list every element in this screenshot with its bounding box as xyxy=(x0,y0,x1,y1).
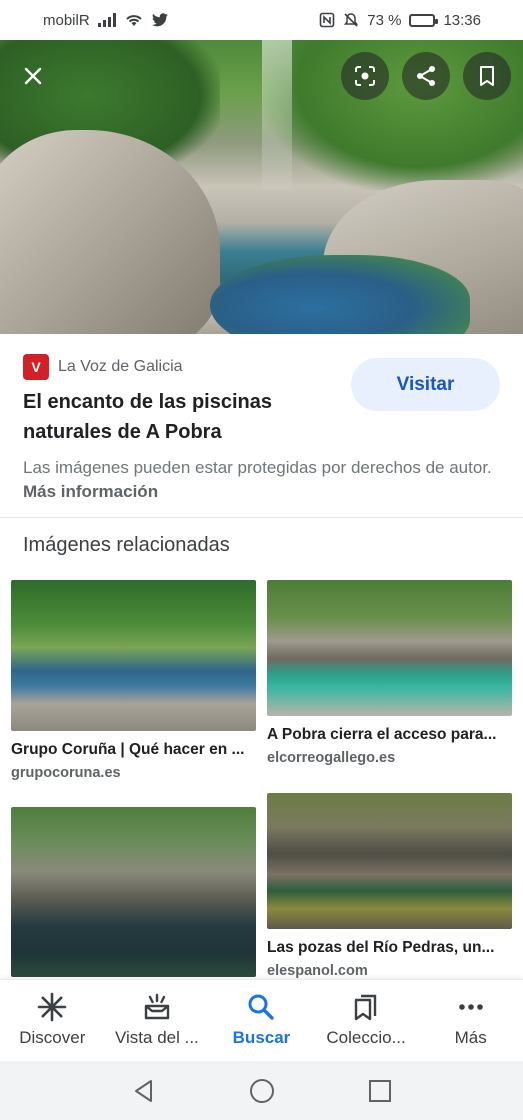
copyright-notice: Las imágenes pueden estar protegidas por… xyxy=(23,456,493,504)
lens-button[interactable] xyxy=(341,52,389,100)
copyright-text: Las imágenes pueden estar protegidas por… xyxy=(23,458,492,477)
back-button[interactable] xyxy=(129,1076,159,1106)
mute-icon xyxy=(344,13,359,27)
recents-icon xyxy=(368,1079,391,1102)
collections-icon xyxy=(354,994,377,1021)
close-icon xyxy=(24,67,42,85)
search-icon xyxy=(248,994,275,1020)
carrier-label: mobilR xyxy=(43,11,90,29)
related-thumbnail[interactable] xyxy=(11,807,256,977)
nav-more[interactable]: Más xyxy=(418,980,523,1061)
visit-button[interactable]: Visitar xyxy=(351,358,500,411)
recents-button[interactable] xyxy=(365,1076,395,1106)
twitter-icon xyxy=(151,13,168,27)
nav-discover[interactable]: Discover xyxy=(0,980,105,1061)
related-card[interactable] xyxy=(11,807,256,977)
related-card[interactable]: Las pozas del Río Pedras, un... elespano… xyxy=(267,793,512,979)
system-navigation xyxy=(0,1061,523,1120)
related-domain: elespanol.com xyxy=(267,963,368,979)
close-button[interactable] xyxy=(9,52,57,100)
source-site[interactable]: V La Voz de Galicia xyxy=(23,354,183,380)
related-heading: Imágenes relacionadas xyxy=(23,534,230,556)
asterisk-icon xyxy=(37,992,67,1022)
site-name: La Voz de Galicia xyxy=(58,358,183,375)
nav-label: Discover xyxy=(19,1028,86,1047)
back-icon xyxy=(134,1079,152,1102)
site-favicon-icon: V xyxy=(23,354,49,380)
nav-label: Más xyxy=(454,1028,487,1047)
bookmark-icon xyxy=(480,66,494,86)
related-caption: Las pozas del Río Pedras, un... xyxy=(267,939,495,956)
wifi-icon xyxy=(125,15,142,26)
battery-icon xyxy=(409,13,439,27)
related-caption: Grupo Coruña | Qué hacer en ... xyxy=(11,741,245,758)
hero-image xyxy=(0,40,523,334)
share-button[interactable] xyxy=(402,52,450,100)
status-left: mobilR xyxy=(43,12,168,29)
related-thumbnail[interactable] xyxy=(267,580,512,716)
bookmark-button[interactable] xyxy=(463,52,511,100)
nav-label: Vista del ... xyxy=(114,1028,199,1047)
nav-label: Buscar xyxy=(232,1028,291,1047)
status-right: 73 % 13:36 xyxy=(319,12,481,29)
home-button[interactable] xyxy=(247,1076,277,1106)
related-card[interactable]: Grupo Coruña | Qué hacer en ... grupocor… xyxy=(11,580,256,781)
signal-icon xyxy=(97,13,116,27)
nav-updates[interactable]: Vista del ... xyxy=(105,980,210,1061)
nav-label: Coleccio... xyxy=(326,1028,406,1047)
nav-collections[interactable]: Coleccio... xyxy=(314,980,419,1061)
updates-icon xyxy=(144,993,170,1020)
nav-search[interactable]: Buscar xyxy=(209,980,314,1061)
clock: 13:36 xyxy=(443,11,481,29)
related-domain: grupocoruna.es xyxy=(11,765,121,781)
home-icon xyxy=(249,1078,274,1103)
related-card[interactable]: A Pobra cierra el acceso para... elcorre… xyxy=(267,580,512,766)
lens-icon xyxy=(355,66,375,86)
status-bar: mobilR 73 % 13:36 xyxy=(0,0,523,40)
source-panel: V La Voz de Galicia El encanto de las pi… xyxy=(0,334,523,518)
related-thumbnail[interactable] xyxy=(11,580,256,731)
related-domain: elcorreogallego.es xyxy=(267,750,396,766)
share-icon xyxy=(417,66,435,86)
battery-percent: 73 % xyxy=(367,11,402,29)
nfc-icon xyxy=(319,12,335,28)
more-icon xyxy=(458,1004,483,1010)
more-info-link[interactable]: Más información xyxy=(23,482,158,501)
related-caption: A Pobra cierra el acceso para... xyxy=(267,726,497,743)
related-thumbnail[interactable] xyxy=(267,793,512,929)
image-title[interactable]: El encanto de las piscinas naturales de … xyxy=(23,387,323,447)
bottom-navigation: Discover Vista del ... Buscar Coleccio..… xyxy=(0,979,523,1061)
